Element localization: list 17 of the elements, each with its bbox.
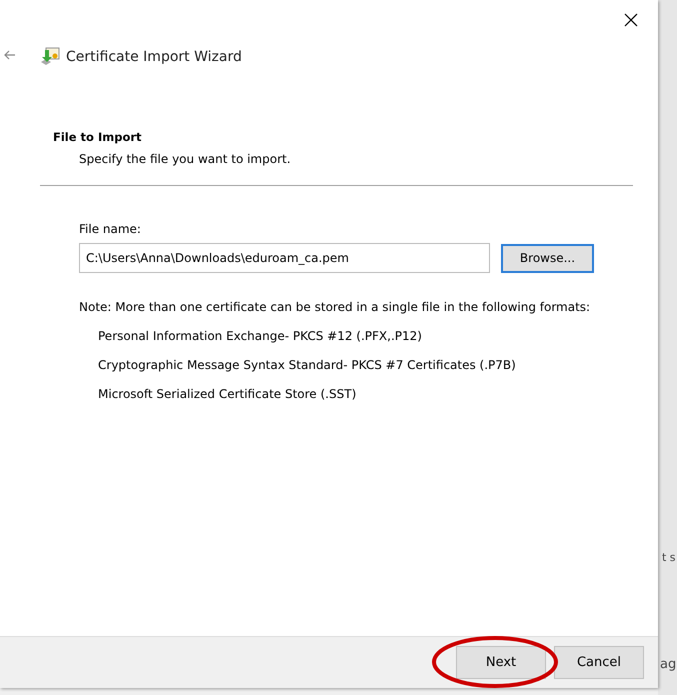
note-text: Note: More than one certificate can be stored in a single file in the following formats:	[79, 300, 592, 314]
format-item: Cryptographic Message Syntax Standard- PKCS #7 Certificates (.P7B)	[98, 358, 517, 372]
page-heading: File to Import	[53, 130, 143, 144]
close-icon	[624, 13, 638, 27]
page-subtitle: Specify the file you want to import.	[79, 152, 292, 166]
window-title: Certificate Import Wizard	[66, 49, 242, 65]
browse-button[interactable]: Browse...	[501, 244, 594, 272]
file-name-field[interactable]: C:\Users\Anna\Downloads\eduroam_ca.pem	[79, 243, 490, 273]
format-item: Microsoft Serialized Certificate Store (.SST)	[98, 387, 358, 401]
background-text: t s	[662, 551, 676, 564]
next-button[interactable]: Next	[456, 646, 546, 679]
cancel-button[interactable]: Cancel	[554, 646, 644, 679]
field-label: File name:	[79, 222, 142, 236]
back-arrow-icon	[4, 50, 16, 60]
certificate-icon	[40, 47, 60, 67]
format-item: Personal Information Exchange- PKCS #12 (.PFX,.P12)	[98, 329, 423, 343]
background-text: ag	[660, 657, 676, 672]
